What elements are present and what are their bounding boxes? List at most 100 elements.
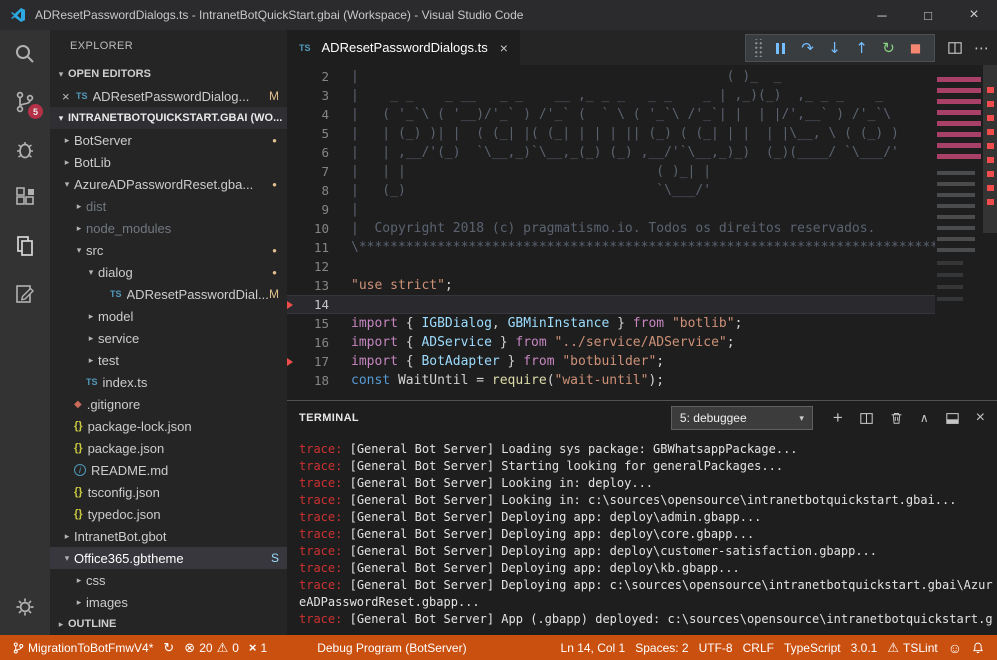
tree-folder-dist[interactable]: ▸dist: [50, 195, 287, 217]
workspace-header[interactable]: ▾ INTRANETBOTQUICKSTART.GBAI (WO...: [50, 107, 287, 129]
chevron-right-icon: ▸: [72, 201, 86, 212]
maximize-button[interactable]: □: [905, 0, 951, 30]
edit-icon[interactable]: [0, 270, 50, 318]
terminal-session-select[interactable]: 5: debuggee ▾: [671, 406, 813, 430]
code-line-17[interactable]: 17import { BotAdapter } from "botbuilder…: [287, 352, 935, 371]
tree-file-index.ts[interactable]: TSindex.ts: [50, 371, 287, 393]
language-item[interactable]: TypeScript: [779, 641, 846, 655]
git-branch-item[interactable]: MigrationToBotFmwV4*: [8, 635, 158, 660]
tree-folder-dialog[interactable]: ▾dialog●: [50, 261, 287, 283]
pause-button[interactable]: [767, 35, 794, 61]
version-item[interactable]: 3.0.1: [846, 641, 883, 655]
tree-folder-css[interactable]: ▸css: [50, 569, 287, 591]
tree-file-README.md[interactable]: iREADME.md: [50, 459, 287, 481]
code-line-6[interactable]: 6| | ,__/'(_) `\__,_)`\__,_(_) (_) ,__/'…: [287, 143, 935, 162]
drag-handle[interactable]: [753, 39, 762, 57]
more-actions-icon[interactable]: ⋯: [974, 39, 989, 57]
settings-gear-icon[interactable]: [0, 583, 50, 631]
code-line-4[interactable]: 4| ( '_`\ ( '__)/'_` ) /'_` ( ` \ ( '_`\…: [287, 105, 935, 124]
step-out-button[interactable]: ↑: [848, 35, 875, 61]
debug-launch-item[interactable]: Debug Program (BotServer): [312, 635, 471, 660]
code-line-12[interactable]: 12: [287, 257, 935, 276]
code-editor[interactable]: 2| ( )_ _ |3| _ _ _ __ _ _ __ ,_ _ _ _ _…: [287, 65, 997, 400]
close-icon[interactable]: ×: [62, 89, 76, 104]
tree-folder-model[interactable]: ▸model: [50, 305, 287, 327]
kill-terminal-icon[interactable]: [890, 411, 903, 425]
split-terminal-icon[interactable]: [860, 412, 873, 425]
tree-folder-node_modules[interactable]: ▸node_modules: [50, 217, 287, 239]
tree-folder-images[interactable]: ▸images: [50, 591, 287, 613]
tree-file-package-lock.json[interactable]: {}package-lock.json: [50, 415, 287, 437]
stop-button[interactable]: ■: [902, 35, 929, 61]
notifications-bell-icon[interactable]: [967, 641, 989, 655]
item-name: package-lock.json: [88, 419, 287, 434]
tslint-item[interactable]: ⚠ TSLint: [882, 640, 942, 656]
tree-folder-service[interactable]: ▸service: [50, 327, 287, 349]
code-line-9[interactable]: 9| |: [287, 200, 935, 219]
tree-folder-BotLib[interactable]: ▸BotLib: [50, 151, 287, 173]
code-line-13[interactable]: 13"use strict";: [287, 276, 935, 295]
cursor-position-item[interactable]: Ln 14, Col 1: [556, 641, 631, 655]
outline-header[interactable]: ▸ OUTLINE: [50, 613, 287, 635]
tree-file-package.json[interactable]: {}package.json: [50, 437, 287, 459]
tree-file-tsconfig.json[interactable]: {}tsconfig.json: [50, 481, 287, 503]
minimap[interactable]: [935, 65, 983, 400]
indentation-item[interactable]: Spaces: 2: [630, 641, 693, 655]
code-line-7[interactable]: 7| | | ( )_| | |: [287, 162, 935, 181]
code-line-3[interactable]: 3| _ _ _ __ _ _ __ ,_ _ _ _ _ _ | ,_)(_)…: [287, 86, 935, 105]
tree-folder-IntranetBot.gbot[interactable]: ▸IntranetBot.gbot: [50, 525, 287, 547]
git-branch-icon: [13, 641, 24, 655]
chevron-down-icon: ▾: [779, 413, 804, 424]
close-icon[interactable]: ×: [500, 40, 508, 56]
tab-terminal[interactable]: TERMINAL: [299, 412, 359, 424]
tab-bar: TS ADResetPasswordDialogs.ts × ↷ ↓ ↑ ↻ ■: [287, 30, 997, 65]
new-terminal-icon[interactable]: +: [833, 408, 843, 428]
git-status-badge: M: [269, 89, 279, 103]
tree-file-ADResetPasswordDial...[interactable]: TSADResetPasswordDial...M: [50, 283, 287, 305]
tasks-item[interactable]: × 1: [244, 635, 272, 660]
code-line-10[interactable]: 10| Copyright 2018 (c) pragmatismo.io. T…: [287, 219, 935, 238]
code-line-11[interactable]: 11\*************************************…: [287, 238, 935, 257]
tree-folder-test[interactable]: ▸test: [50, 349, 287, 371]
source-control-icon[interactable]: 5: [0, 78, 50, 126]
tree-folder-BotServer[interactable]: ▸BotServer●: [50, 129, 287, 151]
files-icon[interactable]: [0, 222, 50, 270]
problems-item[interactable]: ⊗ 20 ⚠ 0: [179, 635, 244, 660]
open-editor-item[interactable]: × TS ADResetPasswordDialog... M: [50, 85, 287, 107]
open-editors-header[interactable]: ▾ OPEN EDITORS: [50, 63, 287, 85]
overview-ruler[interactable]: [983, 65, 997, 400]
code-line-2[interactable]: 2| ( )_ _ |: [287, 67, 935, 86]
close-button[interactable]: ×: [951, 0, 997, 30]
code-line-5[interactable]: 5| | (_) )| | ( (_| |( (_| | | | || (_) …: [287, 124, 935, 143]
code-line-8[interactable]: 8| (_) `\___/' |: [287, 181, 935, 200]
code-line-15[interactable]: 15import { IGBDialog, GBMinInstance } fr…: [287, 314, 935, 333]
encoding-item[interactable]: UTF-8: [694, 641, 738, 655]
restart-button[interactable]: ↻: [875, 35, 902, 61]
code-line-14[interactable]: 14: [287, 295, 935, 314]
search-icon[interactable]: [0, 30, 50, 78]
error-icon: ⊗: [184, 640, 195, 656]
sync-item[interactable]: ↻: [158, 635, 179, 660]
line-number: 7: [296, 164, 329, 179]
feedback-smiley-icon[interactable]: ☺: [943, 640, 967, 656]
eol-item[interactable]: CRLF: [738, 641, 779, 655]
code-line-16[interactable]: 16import { ADService } from "../service/…: [287, 333, 935, 352]
extensions-icon[interactable]: [0, 174, 50, 222]
split-editor-icon[interactable]: [948, 41, 962, 55]
tree-file-typedoc.json[interactable]: {}typedoc.json: [50, 503, 287, 525]
close-panel-icon[interactable]: ×: [976, 409, 985, 427]
tree-folder-src[interactable]: ▾src●: [50, 239, 287, 261]
step-into-button[interactable]: ↓: [821, 35, 848, 61]
terminal-output[interactable]: trace: [General Bot Server] Loading sys …: [287, 435, 997, 635]
maximize-panel-icon[interactable]: ∧: [920, 411, 929, 425]
debug-icon[interactable]: [0, 126, 50, 174]
tree-folder-AzureADPasswordReset.gba...[interactable]: ▾AzureADPasswordReset.gba...●: [50, 173, 287, 195]
status-bar-right: Ln 14, Col 1 Spaces: 2 UTF-8 CRLF TypeSc…: [556, 640, 989, 656]
code-line-18[interactable]: 18const WaitUntil = require("wait-until"…: [287, 371, 935, 390]
tab-adresetpassworddialogs[interactable]: TS ADResetPasswordDialogs.ts ×: [287, 30, 520, 65]
step-over-button[interactable]: ↷: [794, 35, 821, 61]
tree-file-.gitignore[interactable]: ◆.gitignore: [50, 393, 287, 415]
minimize-button[interactable]: ─: [859, 0, 905, 30]
tree-folder-Office365.gbtheme[interactable]: ▾Office365.gbthemeS: [50, 547, 287, 569]
toggle-panel-icon[interactable]: [946, 412, 959, 425]
